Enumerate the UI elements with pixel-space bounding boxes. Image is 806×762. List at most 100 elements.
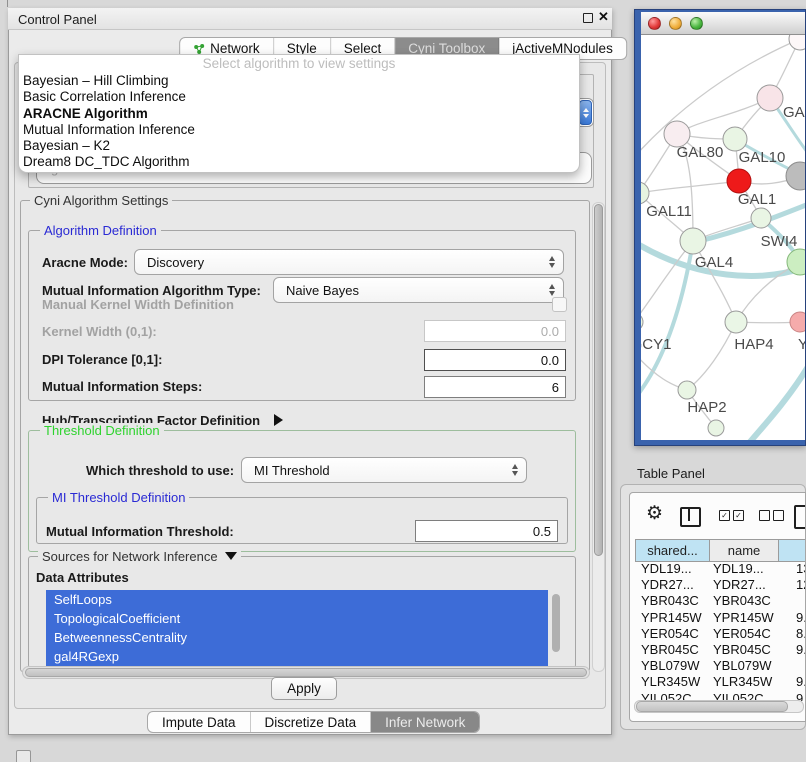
checked-checkbox-icon[interactable]: ✓ <box>733 510 744 521</box>
table-row[interactable]: YDR27...YDR27...12 <box>635 577 806 593</box>
tab-impute-data[interactable]: Impute Data <box>148 712 251 732</box>
algorithm-option-aracne-algorithm[interactable]: ARACNE Algorithm <box>19 106 579 122</box>
kernel-width-field[interactable] <box>424 320 566 342</box>
column-header-shared[interactable]: shared... <box>636 540 710 561</box>
node-label-y: Y <box>798 336 806 353</box>
attribute-topologicalcoefficient[interactable]: TopologicalCoefficient <box>46 609 548 628</box>
node-label-gal: GAL <box>783 104 806 121</box>
table-row[interactable]: YBR045CYBR045C9. <box>635 642 806 658</box>
which-threshold-select[interactable]: MI Threshold <box>241 457 527 483</box>
table-cell: YPR145W <box>635 610 711 626</box>
mi-steps-field[interactable] <box>424 376 566 398</box>
node-gal1[interactable] <box>751 208 771 228</box>
expander-collapsed-icon <box>274 414 283 426</box>
table-row[interactable]: YLR345WYLR345W9. <box>635 674 806 690</box>
network-view-window[interactable]: GALGAL80GAL10GAL1GAL11SWI4GAL4GCY1HAP4YH… <box>634 9 806 446</box>
node-top-right[interactable] <box>789 35 806 50</box>
settings-vertical-scrollbar-thumb[interactable] <box>594 204 603 556</box>
dpi-tolerance-label: DPI Tolerance [0,1]: <box>42 352 162 367</box>
node-hap2[interactable] <box>678 381 696 399</box>
table-row[interactable]: YBR043CYBR043C <box>635 593 806 609</box>
manual-kernel-checkbox[interactable] <box>552 297 567 312</box>
table-cell: 9. <box>788 674 806 690</box>
column-header-name[interactable]: name <box>710 540 779 561</box>
node-label-gcy1: GCY1 <box>641 336 671 353</box>
table-horizontal-scrollbar-thumb[interactable] <box>636 701 788 712</box>
node-label-gal10: GAL10 <box>739 149 786 166</box>
algorithm-option-dream8-dc-tdc-algorithm[interactable]: Dream8 DC_TDC Algorithm <box>19 154 579 170</box>
node-gal10[interactable] <box>723 127 747 151</box>
minimize-window-icon[interactable] <box>669 17 682 30</box>
attribute-gal4rgexp[interactable]: gal4RGexp <box>46 647 548 666</box>
table-body: YDL19...YDL19...13YDR27...YDR27...12YBR0… <box>635 561 806 701</box>
table-cell: YBR043C <box>635 593 711 609</box>
node-gal4[interactable] <box>680 228 706 254</box>
gear-icon[interactable]: ⚙ <box>646 504 663 523</box>
table-cell: 13 <box>788 561 806 577</box>
table-cell: YDL19... <box>711 561 788 577</box>
table-cell: YLR345W <box>635 674 711 690</box>
attribute-selfloops[interactable]: SelfLoops <box>46 590 548 609</box>
node-label-gal4: GAL4 <box>695 254 733 271</box>
tab-discretize-data[interactable]: Discretize Data <box>251 712 372 732</box>
table-panel: ⚙ ✓ ✓ shared...name YDL19...YDL19...13YD… <box>629 492 806 722</box>
close-window-icon[interactable] <box>648 17 661 30</box>
algorithm-option-basic-correlation-inference[interactable]: Basic Correlation Inference <box>19 89 579 105</box>
mi-algorithm-type-select[interactable]: Naive Bayes <box>273 277 564 303</box>
table-cell: YLR345W <box>711 674 788 690</box>
combo-stepper-icon[interactable] <box>579 100 592 125</box>
dpi-tolerance-field[interactable] <box>424 349 566 371</box>
split-columns-icon[interactable] <box>680 507 701 527</box>
mi-threshold-field[interactable] <box>415 520 558 542</box>
attribute-betweennesscentrality[interactable]: BetweennessCentrality <box>46 628 548 647</box>
network-window-titlebar <box>641 12 806 35</box>
table-cell: 12 <box>788 577 806 593</box>
application-screen: Control Panel ✕ NetworkStyleSelectCyni T… <box>0 0 806 762</box>
node-gal11[interactable] <box>641 182 649 204</box>
table-cell: YDL19... <box>635 561 711 577</box>
table-cell: YBR045C <box>635 642 711 658</box>
node-bottom[interactable] <box>708 420 724 436</box>
document-icon[interactable] <box>794 505 806 529</box>
node-salmon[interactable] <box>790 312 806 332</box>
float-window-icon[interactable] <box>583 13 593 23</box>
node-hap4[interactable] <box>725 311 747 333</box>
aracne-mode-select[interactable]: Discovery <box>134 249 564 275</box>
network-icon <box>193 43 205 55</box>
sources-title: Sources for Network Inference <box>42 549 218 564</box>
node-gray[interactable] <box>786 162 806 190</box>
unchecked-checkbox-icon[interactable] <box>773 510 784 521</box>
table-row[interactable]: YDL19...YDL19...13 <box>635 561 806 577</box>
mi-threshold-group-title: MI Threshold Definition <box>48 490 189 505</box>
table-cell: YER054C <box>711 626 788 642</box>
combo-stepper-icon <box>544 284 560 296</box>
unchecked-checkbox-icon[interactable] <box>759 510 770 521</box>
table-row[interactable]: YPR145WYPR145W9. <box>635 610 806 626</box>
table-row[interactable]: YER054CYER054C8. <box>635 626 806 642</box>
zoom-window-icon[interactable] <box>690 17 703 30</box>
table-cell: 9. <box>788 610 806 626</box>
algorithm-option-bayesian-hill-climbing[interactable]: Bayesian – Hill Climbing <box>19 73 579 89</box>
network-canvas[interactable]: GALGAL80GAL10GAL1GAL11SWI4GAL4GCY1HAP4YH… <box>641 35 806 440</box>
column-header-col-2[interactable] <box>779 540 806 561</box>
node-red[interactable] <box>727 169 751 193</box>
table-cell: YDR27... <box>711 577 788 593</box>
tab-infer-network[interactable]: Infer Network <box>371 712 479 732</box>
close-icon[interactable]: ✕ <box>598 9 609 25</box>
apply-button[interactable]: Apply <box>271 677 337 700</box>
table-cell: YBR043C <box>711 593 788 609</box>
algorithm-option-mutual-information-inference[interactable]: Mutual Information Inference <box>19 122 579 138</box>
data-attributes-list: SelfLoopsTopologicalCoefficientBetweenne… <box>46 590 548 666</box>
table-row[interactable]: YBL079WYBL079W <box>635 658 806 674</box>
sources-expander[interactable]: Sources for Network Inference <box>38 549 241 564</box>
node-gcy1[interactable] <box>641 313 643 331</box>
node-label-gal1: GAL1 <box>738 191 776 208</box>
checked-checkbox-icon[interactable]: ✓ <box>719 510 730 521</box>
data-attributes-label: Data Attributes <box>36 570 129 585</box>
settings-horizontal-scrollbar-thumb[interactable] <box>25 668 587 677</box>
algorithm-option-bayesian-k2[interactable]: Bayesian – K2 <box>19 138 579 154</box>
table-header-row: shared...name <box>635 539 806 562</box>
minimized-panel-icon[interactable] <box>16 750 31 762</box>
node-gal-pink[interactable] <box>757 85 783 111</box>
attributes-list-scrollbar[interactable] <box>552 594 560 652</box>
